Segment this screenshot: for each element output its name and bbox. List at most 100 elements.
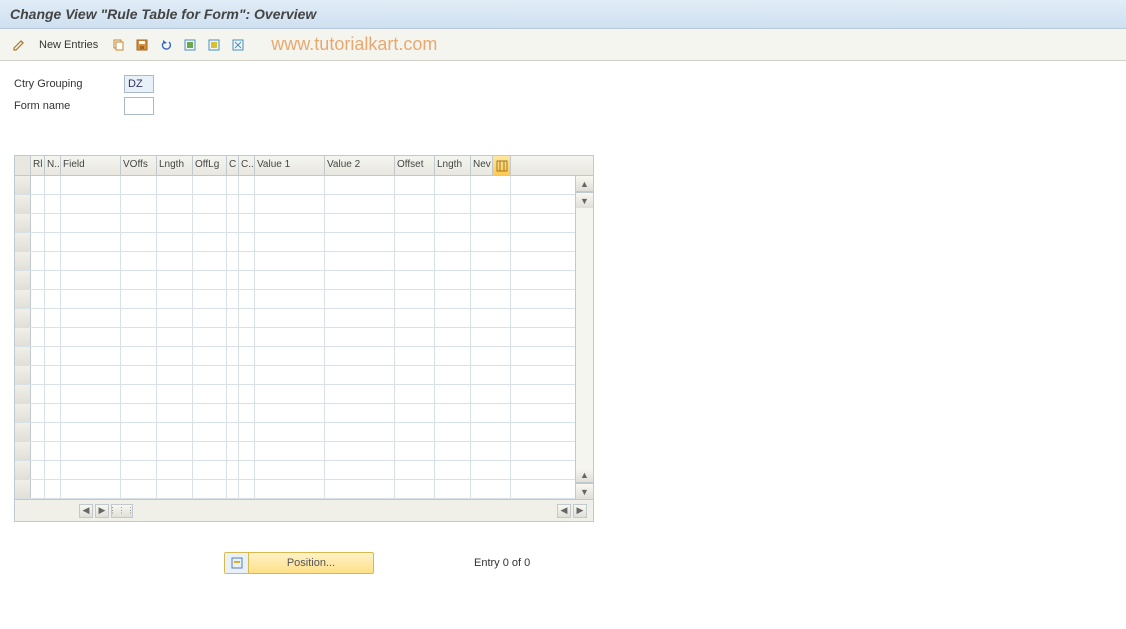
grid-cell[interactable] [471, 290, 511, 308]
grid-cell[interactable] [121, 480, 157, 498]
grid-cell[interactable] [31, 347, 45, 365]
grid-cell[interactable] [193, 309, 227, 327]
grid-cell[interactable] [471, 271, 511, 289]
grid-cell[interactable] [61, 233, 121, 251]
grid-cell[interactable] [471, 480, 511, 498]
grid-cell[interactable] [31, 328, 45, 346]
grid-cell[interactable] [227, 271, 239, 289]
grid-cell[interactable] [239, 347, 255, 365]
grid-cell[interactable] [157, 480, 193, 498]
grid-cell[interactable] [395, 176, 435, 194]
grid-cell[interactable] [193, 290, 227, 308]
scroll-right-end-button[interactable]: ▶ [573, 504, 587, 518]
grid-cell[interactable] [157, 309, 193, 327]
select-all-button[interactable] [179, 34, 201, 56]
grid-cell[interactable] [31, 442, 45, 460]
grid-cell[interactable] [45, 309, 61, 327]
scroll-track[interactable] [576, 208, 593, 467]
column-header-selector[interactable] [15, 156, 31, 175]
grid-cell[interactable] [193, 480, 227, 498]
grid-cell[interactable] [61, 423, 121, 441]
grid-cell[interactable] [395, 442, 435, 460]
grid-cell[interactable] [227, 442, 239, 460]
grid-cell[interactable] [227, 309, 239, 327]
row-selector[interactable] [15, 214, 31, 232]
grid-cell[interactable] [31, 480, 45, 498]
grid-cell[interactable] [255, 385, 325, 403]
grid-cell[interactable] [61, 290, 121, 308]
grid-cell[interactable] [61, 461, 121, 479]
grid-cell[interactable] [239, 252, 255, 270]
grid-cell[interactable] [395, 423, 435, 441]
row-selector[interactable] [15, 385, 31, 403]
grid-cell[interactable] [471, 366, 511, 384]
row-selector[interactable] [15, 195, 31, 213]
grid-cell[interactable] [157, 423, 193, 441]
grid-cell[interactable] [239, 366, 255, 384]
grid-cell[interactable] [471, 423, 511, 441]
grid-cell[interactable] [255, 195, 325, 213]
grid-cell[interactable] [31, 290, 45, 308]
grid-cell[interactable] [157, 290, 193, 308]
grid-cell[interactable] [31, 176, 45, 194]
grid-cell[interactable] [45, 328, 61, 346]
column-header-lngth2[interactable]: Lngth [435, 156, 471, 175]
grid-cell[interactable] [193, 404, 227, 422]
grid-cell[interactable] [255, 176, 325, 194]
grid-cell[interactable] [227, 366, 239, 384]
column-header-n[interactable]: N.. [45, 156, 61, 175]
grid-cell[interactable] [435, 423, 471, 441]
grid-cell[interactable] [395, 309, 435, 327]
grid-cell[interactable] [157, 195, 193, 213]
grid-cell[interactable] [193, 233, 227, 251]
grid-cell[interactable] [157, 252, 193, 270]
grid-cell[interactable] [325, 423, 395, 441]
grid-cell[interactable] [471, 328, 511, 346]
scroll-up-button[interactable]: ▲ [576, 176, 593, 192]
grid-cell[interactable] [325, 176, 395, 194]
delete-button[interactable] [227, 34, 249, 56]
grid-cell[interactable] [325, 214, 395, 232]
grid-cell[interactable] [31, 461, 45, 479]
row-selector[interactable] [15, 176, 31, 194]
grid-cell[interactable] [157, 366, 193, 384]
undo-button[interactable] [155, 34, 177, 56]
grid-cell[interactable] [395, 461, 435, 479]
grid-cell[interactable] [435, 461, 471, 479]
grid-cell[interactable] [157, 271, 193, 289]
new-entries-button[interactable]: New Entries [32, 34, 105, 56]
column-header-offset[interactable]: Offset [395, 156, 435, 175]
grid-cell[interactable] [239, 404, 255, 422]
grid-cell[interactable] [31, 366, 45, 384]
grid-cell[interactable] [45, 366, 61, 384]
grid-cell[interactable] [121, 347, 157, 365]
column-header-offlg[interactable]: OffLg [193, 156, 227, 175]
grid-cell[interactable] [435, 309, 471, 327]
copy-button[interactable] [107, 34, 129, 56]
grid-cell[interactable] [193, 252, 227, 270]
grid-cell[interactable] [435, 233, 471, 251]
grid-cell[interactable] [45, 404, 61, 422]
grid-cell[interactable] [157, 461, 193, 479]
grid-cell[interactable] [471, 347, 511, 365]
scroll-down-button[interactable]: ▼ [576, 483, 593, 499]
grid-cell[interactable] [227, 195, 239, 213]
grid-cell[interactable] [395, 233, 435, 251]
grid-cell[interactable] [45, 176, 61, 194]
grid-cell[interactable] [157, 385, 193, 403]
row-selector[interactable] [15, 366, 31, 384]
grid-cell[interactable] [255, 423, 325, 441]
grid-cell[interactable] [193, 347, 227, 365]
grid-cell[interactable] [45, 252, 61, 270]
grid-cell[interactable] [121, 328, 157, 346]
column-header-c2[interactable]: C.. [239, 156, 255, 175]
grid-cell[interactable] [239, 233, 255, 251]
row-selector[interactable] [15, 252, 31, 270]
grid-cell[interactable] [193, 328, 227, 346]
grid-cell[interactable] [121, 195, 157, 213]
grid-cell[interactable] [45, 480, 61, 498]
grid-cell[interactable] [61, 347, 121, 365]
grid-cell[interactable] [325, 271, 395, 289]
grid-cell[interactable] [121, 233, 157, 251]
grid-cell[interactable] [61, 195, 121, 213]
